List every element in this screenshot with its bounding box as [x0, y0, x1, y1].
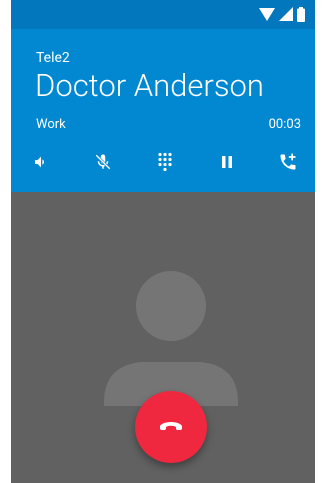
- end-call-icon: [160, 422, 182, 430]
- battery-icon: [297, 6, 305, 22]
- dialpad-button[interactable]: [148, 145, 182, 179]
- call-controls: [11, 145, 315, 179]
- speaker-icon: [35, 156, 44, 168]
- speaker-button[interactable]: [24, 145, 58, 179]
- phone-label: Work: [36, 117, 66, 132]
- hold-button[interactable]: [210, 145, 244, 179]
- call-timer: 00:03: [268, 117, 301, 132]
- mute-button[interactable]: [86, 145, 120, 179]
- wifi-icon: [259, 7, 275, 21]
- hold-icon: [222, 156, 232, 168]
- contact-name: Doctor Anderson: [35, 67, 264, 104]
- in-call-screen: Tele2 Doctor Anderson Work 00:03: [11, 0, 315, 483]
- status-bar: [11, 0, 315, 29]
- end-call-button[interactable]: [135, 391, 207, 463]
- dialpad-icon: [158, 152, 172, 172]
- call-info-header: Tele2 Doctor Anderson Work 00:03: [11, 29, 315, 192]
- carrier-name: Tele2: [36, 50, 70, 66]
- add-call-icon: [280, 153, 296, 170]
- add-call-button[interactable]: [271, 145, 305, 179]
- status-icons: [259, 6, 305, 22]
- mute-icon: [95, 154, 111, 170]
- cellular-signal-icon: [279, 7, 293, 21]
